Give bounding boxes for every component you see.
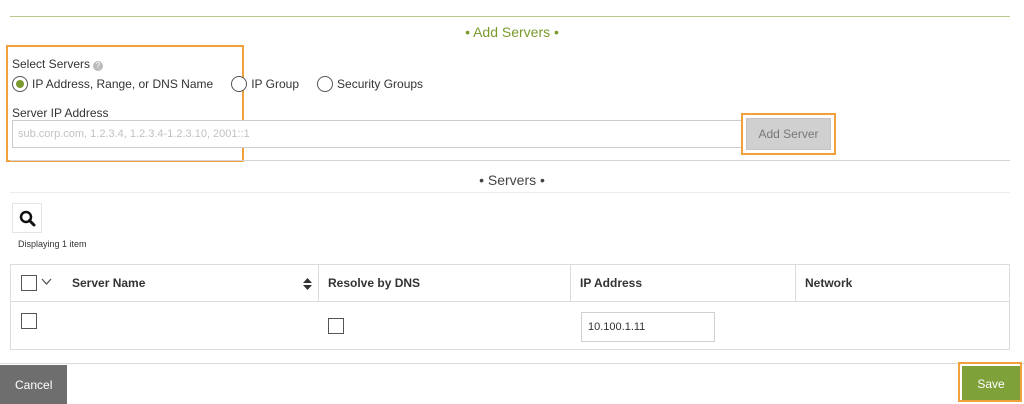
server-type-radio-group: IP Address, Range, or DNS Name IP Group … <box>12 75 441 93</box>
radio-ip-group[interactable]: IP Group <box>231 76 299 92</box>
servers-title: • Servers • <box>479 172 545 188</box>
column-separator <box>570 265 571 302</box>
resolve-by-dns-checkbox[interactable] <box>328 318 344 334</box>
column-separator <box>795 265 796 302</box>
column-header-network[interactable]: Network <box>805 265 852 302</box>
select-all-checkbox[interactable] <box>21 275 37 291</box>
radio-ip-address[interactable]: IP Address, Range, or DNS Name <box>12 76 213 92</box>
save-highlight <box>958 362 1022 402</box>
radio-label-security-groups: Security Groups <box>337 77 424 91</box>
server-ip-input[interactable] <box>12 120 742 148</box>
top-divider <box>10 16 1010 17</box>
column-header-resolve-by-dns[interactable]: Resolve by DNS <box>328 265 420 302</box>
footer-bar: Cancel Save <box>0 363 1024 404</box>
column-separator <box>318 265 319 302</box>
radio-label-ip-address: IP Address, Range, or DNS Name <box>32 77 214 91</box>
radio-security-groups[interactable]: Security Groups <box>317 76 423 92</box>
row-select-checkbox[interactable] <box>21 313 37 329</box>
select-servers-label-text: Select Servers <box>12 57 91 71</box>
column-header-ip-address[interactable]: IP Address <box>580 265 642 302</box>
sort-icon[interactable] <box>303 278 312 293</box>
servers-divider <box>10 192 1010 193</box>
ip-address-field[interactable]: 10.100.1.11 <box>581 312 715 342</box>
displaying-count: Displaying 1 item <box>18 239 87 249</box>
radio-button-security-groups[interactable] <box>317 76 334 92</box>
servers-table: Server Name Resolve by DNS IP Address Ne… <box>10 264 1010 350</box>
section-divider <box>10 160 1010 161</box>
add-server-button[interactable]: Add Server <box>746 118 831 150</box>
select-servers-label: Select Servers? <box>12 57 104 71</box>
search-icon <box>19 210 36 227</box>
table-header: Server Name Resolve by DNS IP Address Ne… <box>11 265 1009 302</box>
search-button[interactable] <box>12 203 42 233</box>
radio-label-ip-group: IP Group <box>251 77 300 91</box>
cancel-button[interactable]: Cancel <box>0 365 67 404</box>
add-servers-title: • Add Servers • <box>465 24 559 40</box>
column-header-server-name[interactable]: Server Name <box>72 265 145 302</box>
radio-button-ip-group[interactable] <box>231 76 248 92</box>
server-ip-label: Server IP Address <box>12 106 109 120</box>
chevron-down-icon[interactable] <box>41 277 52 289</box>
radio-button-ip-address[interactable] <box>12 76 28 92</box>
help-icon[interactable]: ? <box>93 61 104 71</box>
